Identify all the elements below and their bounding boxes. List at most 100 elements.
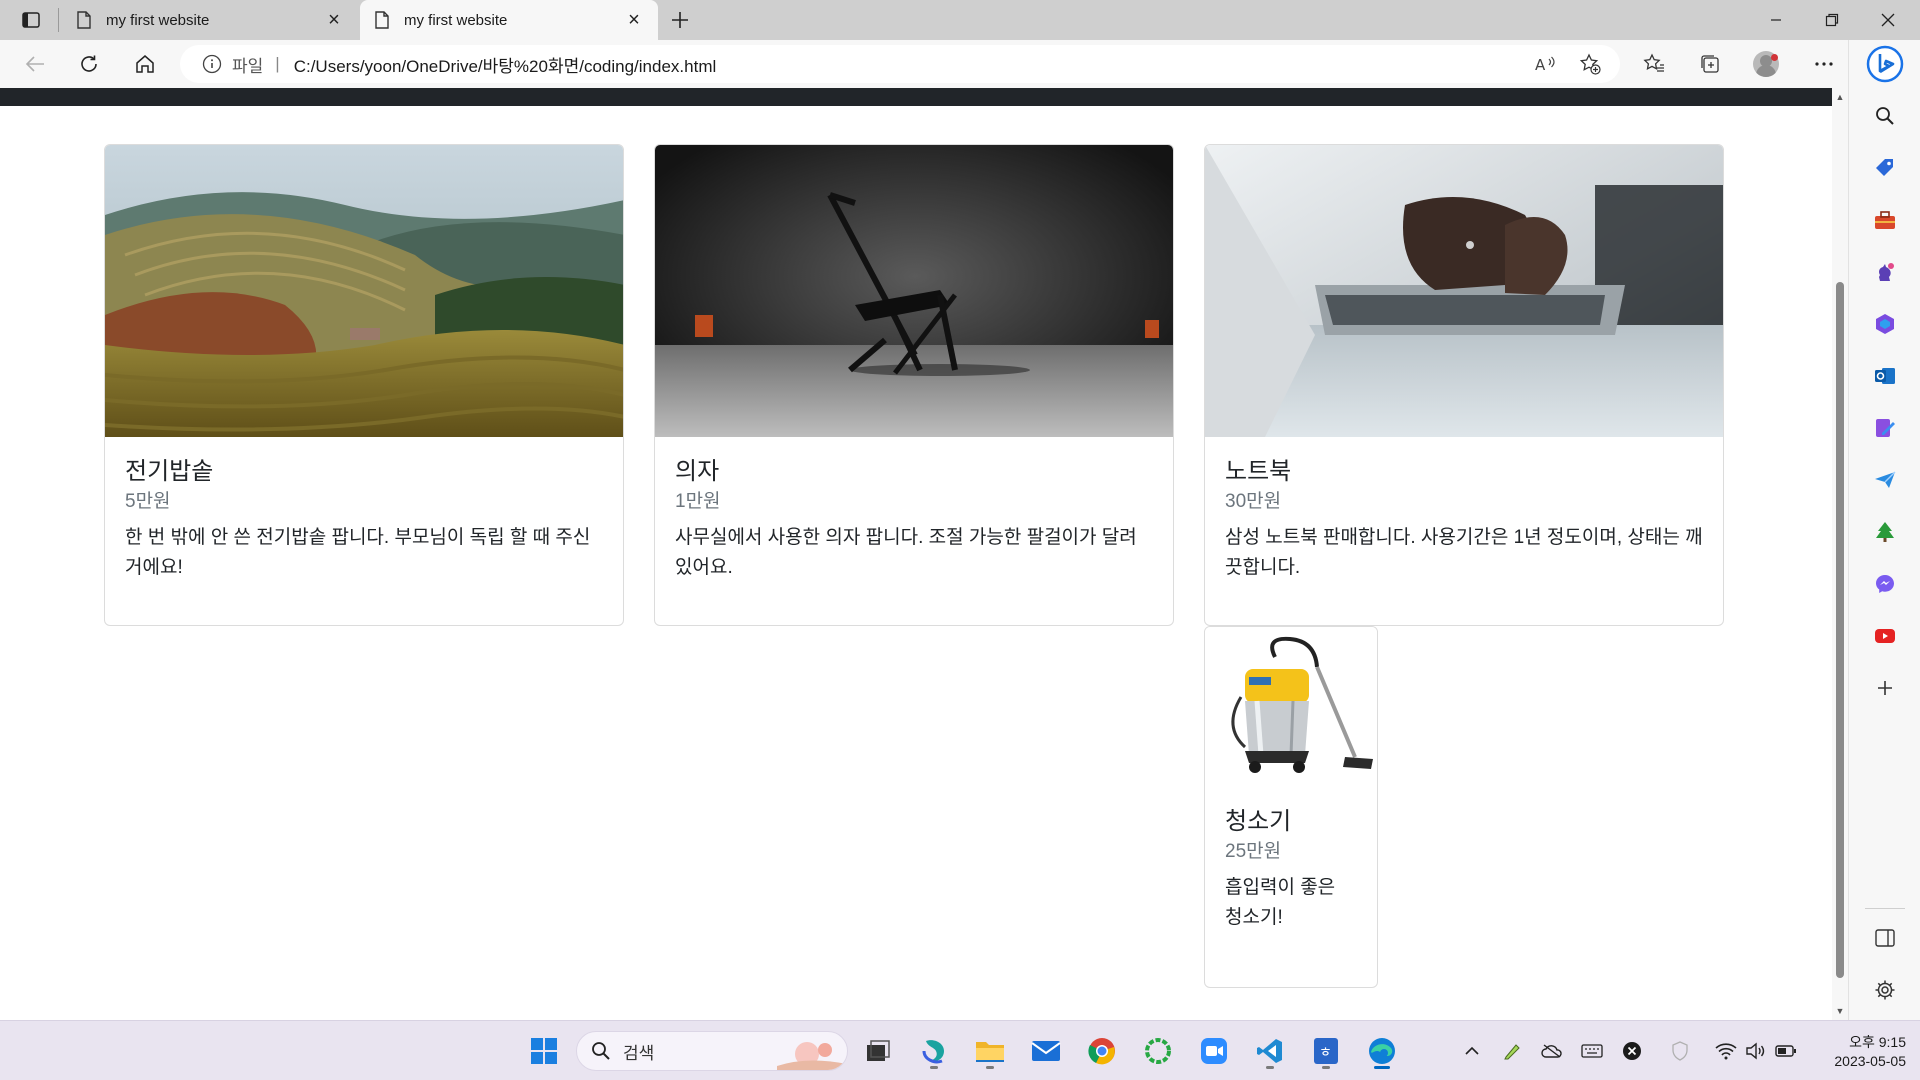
taskbar-hangul[interactable]: ㅎ (1306, 1031, 1346, 1071)
sidebar-search-button[interactable] (1849, 96, 1920, 136)
taskbar-green-app[interactable] (1138, 1031, 1178, 1071)
taskbar-zoom[interactable] (1194, 1031, 1234, 1071)
taskbar-vscode[interactable] (1250, 1031, 1290, 1071)
taskbar-mail[interactable] (1026, 1031, 1066, 1071)
sidebar-tree-button[interactable] (1849, 512, 1920, 552)
new-tab-button[interactable] (666, 6, 694, 34)
restore-icon (1825, 13, 1839, 27)
home-icon (136, 55, 154, 73)
sidebar-settings-button[interactable] (1849, 970, 1920, 1010)
read-aloud-icon: A (1535, 56, 1555, 73)
sidebar-hide-button[interactable] (1849, 918, 1920, 958)
taskbar-edge[interactable] (1362, 1031, 1402, 1071)
home-button[interactable] (128, 48, 162, 80)
product-card-chair[interactable]: 의자 1만원 사무실에서 사용한 의자 팝니다. 조절 가능한 팔걸이가 달려있… (654, 144, 1174, 626)
card-description: 사무실에서 사용한 의자 팝니다. 조절 가능한 팔걸이가 달려있어요. (675, 527, 1137, 578)
edge-sidebar (1848, 40, 1920, 1020)
tray-keyboard[interactable] (1576, 1035, 1608, 1067)
product-image (1205, 145, 1723, 437)
taskbar-task-view[interactable] (858, 1031, 898, 1071)
scroll-up-arrow-icon[interactable]: ▲ (1835, 92, 1845, 102)
restore-button[interactable] (1804, 0, 1860, 40)
favorites-button[interactable] (1636, 48, 1672, 80)
shopping-tag-icon (1876, 159, 1893, 176)
chrome-icon (1088, 1038, 1115, 1065)
mail-icon (1031, 1041, 1061, 1061)
taskbar: 검색 ㅎ 오후 9:15 2023-05-05 (0, 1020, 1920, 1080)
address-bar[interactable]: 파일 | C:/Users/yoon/OneDrive/바탕%20화면/codi… (180, 45, 1620, 83)
tray-onedrive[interactable] (1536, 1035, 1568, 1067)
microsoft-365-icon (1876, 314, 1894, 334)
taskbar-copilot[interactable] (914, 1031, 954, 1071)
tray-volume[interactable] (1740, 1035, 1772, 1067)
chess-piece-icon (1879, 263, 1894, 281)
sidebar-youtube-button[interactable] (1849, 616, 1920, 656)
card-price: 5만원 (125, 491, 171, 512)
close-tab-icon[interactable]: × (324, 9, 344, 31)
close-window-button[interactable] (1860, 0, 1916, 40)
send-plane-icon (1875, 471, 1896, 488)
bing-chat-button[interactable] (1849, 44, 1920, 84)
outlook-icon (1875, 368, 1895, 384)
tab-separator (58, 8, 59, 32)
scroll-down-arrow-icon[interactable]: ▼ (1835, 1006, 1845, 1016)
clock-time: 오후 9:15 (1849, 1034, 1906, 1050)
designer-icon (1876, 419, 1895, 437)
close-tab-icon[interactable]: × (624, 9, 644, 31)
sidebar-tools-button[interactable] (1849, 200, 1920, 240)
tab-my-first-website-2[interactable]: my first website × (360, 0, 658, 40)
product-card-rice-cooker[interactable]: 전기밥솥 5만원 한 번 밖에 안 쓴 전기밥솥 팝니다. 부모님이 독립 할 … (104, 144, 624, 626)
sidebar-messenger-button[interactable] (1849, 564, 1920, 604)
product-card-vacuum[interactable]: 청소기 25만원 흡입력이 좋은 청소기! (1204, 626, 1378, 988)
info-icon[interactable] (202, 54, 222, 74)
sidebar-drop-button[interactable] (1849, 460, 1920, 500)
sidebar-m365-button[interactable] (1849, 304, 1920, 344)
ring-app-icon (1145, 1038, 1171, 1064)
page-icon (77, 11, 91, 29)
refresh-button[interactable] (72, 48, 106, 80)
sidebar-designer-button[interactable] (1849, 408, 1920, 448)
taskbar-chrome[interactable] (1082, 1031, 1122, 1071)
page-scrollbar[interactable]: ▲ ▼ (1832, 88, 1848, 1020)
taskbar-file-explorer[interactable] (970, 1031, 1010, 1071)
card-title: 노트북 (1225, 458, 1292, 485)
card-title: 청소기 (1225, 808, 1292, 835)
profile-button[interactable] (1748, 48, 1784, 80)
search-highlight-illustration (777, 1042, 847, 1070)
show-hidden-icons[interactable] (1456, 1035, 1488, 1067)
scrollbar-thumb[interactable] (1836, 282, 1844, 978)
back-button[interactable] (18, 48, 52, 80)
card-price: 25만원 (1225, 841, 1282, 862)
search-icon (592, 1042, 610, 1060)
product-card-laptop[interactable]: 노트북 30만원 삼성 노트북 판매합니다. 사용기간은 1년 정도이며, 상태… (1204, 144, 1724, 626)
sidebar-games-button[interactable] (1849, 252, 1920, 292)
tab-actions-button[interactable] (14, 6, 48, 34)
minimize-button[interactable] (1748, 0, 1804, 40)
messenger-icon (1876, 575, 1894, 593)
tray-pen-app[interactable] (1496, 1035, 1528, 1067)
tray-battery[interactable] (1770, 1035, 1802, 1067)
youtube-icon (1875, 629, 1895, 643)
read-aloud-button[interactable]: A (1528, 45, 1564, 83)
sidebar-add-button[interactable] (1849, 668, 1920, 708)
sidebar-outlook-button[interactable] (1849, 356, 1920, 396)
minimize-icon (1771, 19, 1781, 21)
card-body: 의자 1만원 사무실에서 사용한 의자 팝니다. 조절 가능한 팔걸이가 달려있… (655, 457, 1173, 583)
tray-shield[interactable] (1664, 1035, 1696, 1067)
tab-my-first-website-1[interactable]: my first website × (62, 0, 358, 40)
tray-wifi[interactable] (1710, 1035, 1742, 1067)
url-text: C:/Users/yoon/OneDrive/바탕%20화면/coding/in… (293, 56, 717, 76)
taskbar-search[interactable]: 검색 (576, 1031, 848, 1071)
card-price: 30만원 (1225, 491, 1282, 512)
settings-more-button[interactable] (1806, 48, 1842, 80)
taskbar-clock[interactable]: 오후 9:15 2023-05-05 (1806, 1033, 1906, 1071)
start-button[interactable] (524, 1031, 564, 1071)
tab-title: my first website (106, 11, 210, 29)
tray-x-app[interactable] (1616, 1035, 1648, 1067)
navbar (0, 88, 1832, 106)
collections-button[interactable] (1692, 48, 1728, 80)
card-description: 흡입력이 좋은 청소기! (1225, 877, 1336, 928)
sidebar-shopping-button[interactable] (1849, 148, 1920, 188)
add-favorite-button[interactable] (1572, 45, 1608, 83)
edge-icon (1369, 1038, 1395, 1064)
